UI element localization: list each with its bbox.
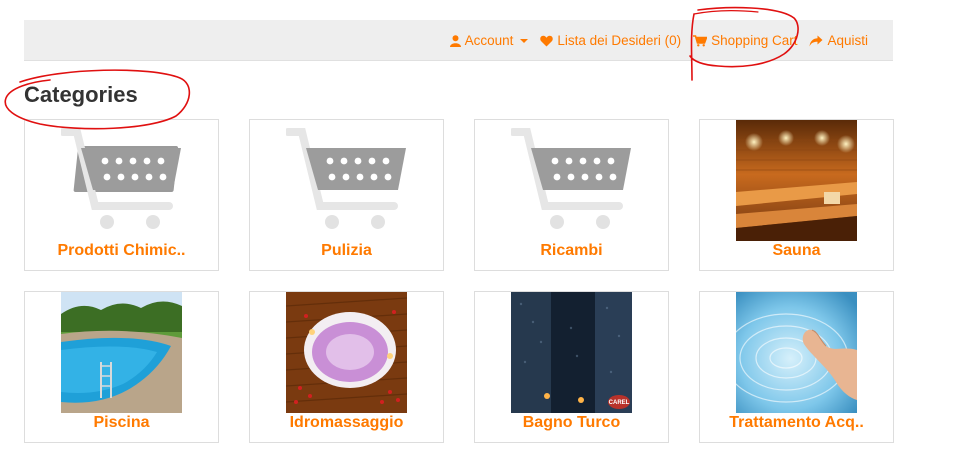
account-label: Account: [464, 33, 514, 48]
top-nav-bar: Account Lista dei Desideri (0) Shopping …: [24, 20, 893, 61]
category-card[interactable]: Prodotti Chimic..: [24, 119, 219, 271]
category-name[interactable]: Ricambi: [475, 242, 668, 260]
category-name[interactable]: Idromassaggio: [250, 414, 443, 432]
category-image: [286, 120, 407, 241]
category-image: [61, 120, 182, 241]
share-arrow-icon: [809, 35, 823, 46]
shopping-cart-placeholder-icon: [286, 128, 406, 229]
category-name[interactable]: Piscina: [25, 414, 218, 432]
category-name[interactable]: Bagno Turco: [475, 414, 668, 432]
shopping-cart-placeholder-icon: [61, 128, 181, 229]
steam-bath-photo: CAREL: [511, 292, 632, 413]
user-icon: [449, 34, 461, 47]
category-image: [511, 120, 632, 241]
pool-photo: [61, 292, 182, 413]
checkout-label: Aquisti: [827, 33, 868, 48]
category-card[interactable]: Piscina: [24, 291, 219, 443]
shopping-cart-placeholder-icon: [511, 128, 631, 229]
category-image: [286, 292, 407, 413]
wishlist-link[interactable]: Lista dei Desideri (0): [540, 33, 681, 48]
category-card[interactable]: Pulizia: [249, 119, 444, 271]
water-hand-photo: [736, 292, 857, 413]
wishlist-label: Lista dei Desideri (0): [557, 33, 682, 48]
shopping-cart-link[interactable]: Shopping Cart: [693, 33, 797, 48]
checkout-link[interactable]: Aquisti: [809, 33, 868, 48]
category-name[interactable]: Trattamento Acq..: [700, 414, 893, 432]
category-card[interactable]: Trattamento Acq..: [699, 291, 894, 443]
category-card[interactable]: Idromassaggio: [249, 291, 444, 443]
page-title: Categories: [24, 82, 138, 107]
heart-icon: [540, 35, 554, 46]
top-links: Account Lista dei Desideri (0) Shopping …: [449, 20, 868, 61]
chevron-down-icon: [520, 38, 529, 43]
hot-tub-photo: [286, 292, 407, 413]
svg-text:CAREL: CAREL: [609, 400, 630, 406]
category-name[interactable]: Pulizia: [250, 242, 443, 260]
category-image: [736, 120, 857, 241]
sauna-photo: [736, 120, 857, 241]
shopping-cart-label: Shopping Cart: [711, 33, 798, 48]
category-card[interactable]: Ricambi: [474, 119, 669, 271]
category-image: [61, 292, 182, 413]
category-image: [736, 292, 857, 413]
category-card[interactable]: CAREL Bagno Turco: [474, 291, 669, 443]
category-image: CAREL: [511, 292, 632, 413]
account-menu[interactable]: Account: [449, 33, 529, 48]
category-name[interactable]: Prodotti Chimic..: [25, 242, 218, 260]
shopping-cart-icon: [693, 34, 708, 46]
category-card[interactable]: Sauna: [699, 119, 894, 271]
category-name[interactable]: Sauna: [700, 242, 893, 260]
